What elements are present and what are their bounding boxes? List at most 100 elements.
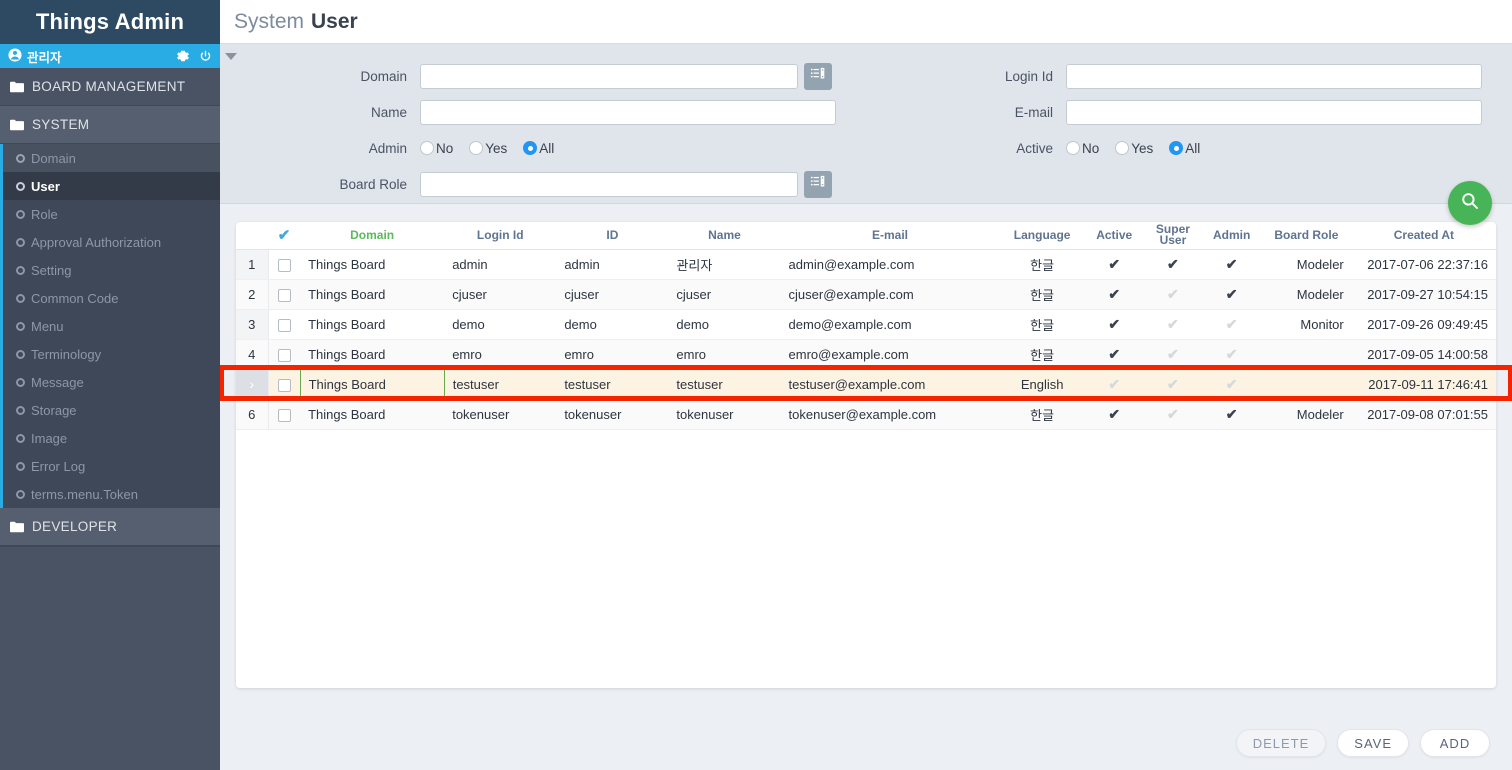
table-row[interactable]: 2 Things Board cjuser cjuser cjuser cjus… [236,279,1496,310]
cell-login-id[interactable]: demo [444,309,557,340]
cell-language[interactable]: 한글 [999,309,1085,340]
cell-name[interactable]: testuser [668,369,781,400]
row-checkbox-cell[interactable] [268,279,301,310]
column-header-domain[interactable]: Domain [300,222,445,250]
cell-board-role[interactable]: Modeler [1261,279,1352,310]
table-row[interactable]: 3 Things Board demo demo demo demo@examp… [236,309,1496,340]
board-role-input[interactable] [420,171,798,197]
sidebar-item-image[interactable]: Image [0,424,220,452]
cell-name[interactable]: cjuser [668,279,781,310]
cell-super-user[interactable]: ✔ [1143,249,1203,280]
sidebar-item-error-log[interactable]: Error Log [0,452,220,480]
column-header-admin[interactable]: Admin [1202,222,1261,250]
cell-id[interactable]: emro [556,339,669,370]
cell-created-at[interactable]: 2017-09-05 14:00:58 [1351,339,1496,370]
cell-id[interactable]: admin [556,249,669,280]
cell-admin[interactable]: ✔ [1202,249,1261,280]
search-button[interactable] [1448,181,1492,225]
cell-domain[interactable]: Things Board [300,399,445,430]
row-checkbox[interactable] [277,288,291,302]
active-radio-no[interactable]: No [1066,141,1099,156]
select-all-header[interactable]: ✔ [268,222,301,250]
cell-login-id[interactable]: emro [444,339,557,370]
cell-language[interactable]: English [999,369,1085,400]
sidebar-item-role[interactable]: Role [0,200,220,228]
sidebar-item-menu[interactable]: Menu [0,312,220,340]
cell-active[interactable]: ✔ [1084,369,1144,400]
caret-down-icon[interactable] [225,53,237,60]
cell-id[interactable]: testuser [556,369,669,400]
admin-radio-yes[interactable]: Yes [469,141,507,156]
cell-id[interactable]: cjuser [556,279,669,310]
delete-button[interactable]: DELETE [1235,729,1327,757]
cell-domain[interactable]: Things Board [300,309,445,340]
active-radio-yes[interactable]: Yes [1115,141,1153,156]
email-input[interactable] [1066,99,1482,125]
column-header-board-role[interactable]: Board Role [1261,222,1352,250]
row-checkbox[interactable] [277,348,291,362]
cell-name[interactable]: demo [668,309,781,340]
row-checkbox[interactable] [277,378,291,392]
column-header-language[interactable]: Language [999,222,1085,250]
sidebar-item-domain[interactable]: Domain [0,144,220,172]
cell-domain[interactable]: Things Board [300,339,445,370]
cell-created-at[interactable]: 2017-09-26 09:49:45 [1351,309,1496,340]
sidebar-item-user[interactable]: User [0,172,220,200]
table-row[interactable]: 6 Things Board tokenuser tokenuser token… [236,399,1496,430]
column-header-login-id[interactable]: Login Id [444,222,557,250]
cell-login-id[interactable]: cjuser [444,279,557,310]
cell-email[interactable]: testuser@example.com [780,369,1000,400]
cell-language[interactable]: 한글 [999,249,1085,280]
cell-active[interactable]: ✔ [1084,279,1144,310]
cell-super-user[interactable]: ✔ [1143,399,1203,430]
name-input[interactable] [420,99,836,125]
cell-active[interactable]: ✔ [1084,249,1144,280]
cell-name[interactable]: tokenuser [668,399,781,430]
cell-board-role[interactable] [1261,369,1352,400]
row-checkbox[interactable] [277,408,291,422]
row-checkbox-cell[interactable] [268,369,301,400]
cell-super-user[interactable]: ✔ [1143,309,1203,340]
column-header-created-at[interactable]: Created At [1351,222,1496,250]
cell-language[interactable]: 한글 [999,399,1085,430]
sidebar-item-terminology[interactable]: Terminology [0,340,220,368]
cell-login-id[interactable]: admin [444,249,557,280]
sidebar-item-setting[interactable]: Setting [0,256,220,284]
sidebar-group-system[interactable]: SYSTEM [0,106,220,144]
sidebar-item-common-code[interactable]: Common Code [0,284,220,312]
save-button[interactable]: SAVE [1337,729,1409,757]
admin-radio-no[interactable]: No [420,141,453,156]
cell-admin[interactable]: ✔ [1202,279,1261,310]
cell-email[interactable]: admin@example.com [780,249,1000,280]
table-row[interactable]: 4 Things Board emro emro emro emro@examp… [236,339,1496,370]
row-checkbox-cell[interactable] [268,339,301,370]
cell-active[interactable]: ✔ [1084,399,1144,430]
column-header-email[interactable]: E-mail [780,222,1000,250]
sidebar-item-message[interactable]: Message [0,368,220,396]
cell-board-role[interactable] [1261,339,1352,370]
sidebar-item-approval-authorization[interactable]: Approval Authorization [0,228,220,256]
cell-id[interactable]: tokenuser [556,399,669,430]
cell-created-at[interactable]: 2017-07-06 22:37:16 [1351,249,1496,280]
cell-name[interactable]: emro [668,339,781,370]
domain-input[interactable] [420,63,798,89]
sidebar-item-storage[interactable]: Storage [0,396,220,424]
cell-language[interactable]: 한글 [999,279,1085,310]
row-checkbox[interactable] [277,318,291,332]
table-row-selected[interactable]: › Things Board testuser testuser testuse… [236,368,1496,400]
cell-board-role[interactable]: Modeler [1261,249,1352,280]
cell-id[interactable]: demo [556,309,669,340]
active-radio-all[interactable]: All [1169,141,1200,156]
cell-domain[interactable]: Things Board [300,249,445,280]
row-checkbox-cell[interactable] [268,249,301,280]
cell-email[interactable]: emro@example.com [780,339,1000,370]
column-header-id[interactable]: ID [556,222,669,250]
row-checkbox-cell[interactable] [268,309,301,340]
cell-admin[interactable]: ✔ [1202,309,1261,340]
table-row[interactable]: 1 Things Board admin admin 관리자 admin@exa… [236,249,1496,280]
column-header-name[interactable]: Name [668,222,781,250]
cell-language[interactable]: 한글 [999,339,1085,370]
gear-icon[interactable] [176,49,190,63]
cell-email[interactable]: cjuser@example.com [780,279,1000,310]
cell-board-role[interactable]: Monitor [1261,309,1352,340]
